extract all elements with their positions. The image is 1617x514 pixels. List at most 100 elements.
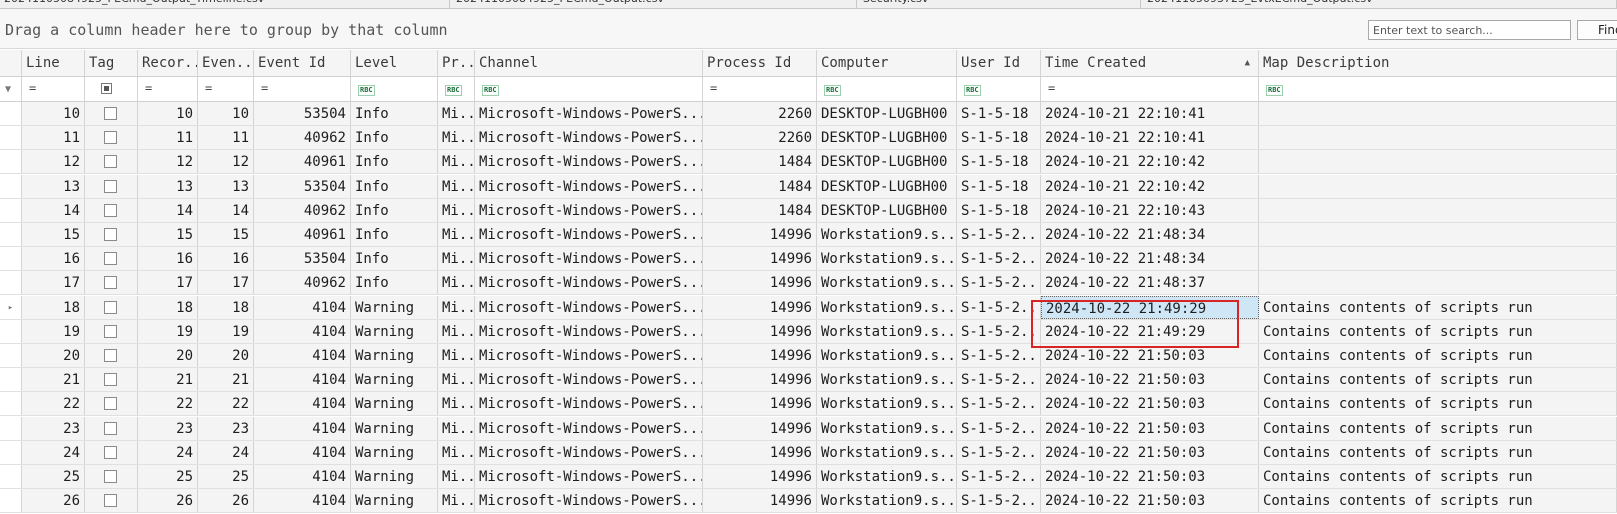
- cell-tag[interactable]: [85, 368, 138, 392]
- cell-user-id[interactable]: S-1-5-2...: [957, 465, 1041, 488]
- cell-provider[interactable]: Mi...: [438, 126, 475, 150]
- cell-tag[interactable]: [85, 489, 138, 513]
- row-selector[interactable]: [0, 247, 22, 271]
- row-selector[interactable]: [0, 150, 22, 174]
- cell-time-created[interactable]: 2024-10-21 22:10:43: [1041, 198, 1259, 222]
- cell-line[interactable]: 13: [22, 174, 85, 198]
- cell-channel[interactable]: Microsoft-Windows-PowerS...: [475, 440, 703, 464]
- cell-channel[interactable]: Microsoft-Windows-PowerS...: [475, 465, 703, 488]
- cell-line[interactable]: 15: [22, 223, 85, 246]
- cell-level[interactable]: Warning: [351, 344, 438, 367]
- cell-level[interactable]: Warning: [351, 440, 438, 464]
- cell-process-id[interactable]: 14996: [703, 247, 817, 271]
- table-row[interactable]: 2424244104WarningMi...Microsoft-Windows-…: [0, 440, 1617, 465]
- cell-channel[interactable]: Microsoft-Windows-PowerS...: [475, 295, 703, 319]
- column-header-tag[interactable]: Tag: [85, 50, 138, 76]
- cell-computer[interactable]: Workstation9.s...: [817, 295, 957, 319]
- tab-security[interactable]: Security.csv: [859, 0, 1141, 8]
- tag-checkbox[interactable]: [104, 494, 117, 508]
- column-header-line[interactable]: Line: [22, 50, 85, 76]
- cell-record[interactable]: 25: [138, 465, 198, 488]
- cell-channel[interactable]: Microsoft-Windows-PowerS...: [475, 126, 703, 150]
- cell-process-id[interactable]: 14996: [703, 440, 817, 464]
- column-header-user-id[interactable]: User Id: [957, 50, 1041, 76]
- table-row[interactable]: 10101053504InfoMi...Microsoft-Windows-Po…: [0, 102, 1617, 126]
- cell-record[interactable]: 17: [138, 271, 198, 295]
- cell-process-id[interactable]: 14996: [703, 223, 817, 246]
- tag-checkbox[interactable]: [104, 107, 117, 120]
- cell-event[interactable]: 23: [198, 416, 254, 440]
- filter-cell-computer[interactable]: RBC: [817, 77, 957, 101]
- cell-line[interactable]: 16: [22, 247, 85, 271]
- tag-checkbox[interactable]: [104, 228, 117, 241]
- cell-channel[interactable]: Microsoft-Windows-PowerS...: [475, 392, 703, 416]
- cell-user-id[interactable]: S-1-5-2...: [957, 295, 1041, 319]
- cell-provider[interactable]: Mi...: [438, 319, 475, 343]
- table-row[interactable]: 13131353504InfoMi...Microsoft-Windows-Po…: [0, 174, 1617, 199]
- cell-event[interactable]: 18: [198, 295, 254, 319]
- cell-tag[interactable]: [85, 223, 138, 246]
- cell-record[interactable]: 19: [138, 319, 198, 343]
- cell-provider[interactable]: Mi...: [438, 344, 475, 367]
- tag-checkbox[interactable]: [104, 373, 117, 387]
- cell-line[interactable]: 10: [22, 102, 85, 125]
- tag-checkbox[interactable]: [104, 470, 117, 483]
- cell-time-created[interactable]: 2024-10-21 22:10:42: [1041, 150, 1259, 174]
- column-header-level[interactable]: Level: [351, 50, 438, 76]
- cell-map-description[interactable]: Contains contents of scripts run: [1259, 416, 1617, 440]
- cell-channel[interactable]: Microsoft-Windows-PowerS...: [475, 198, 703, 222]
- cell-map-description[interactable]: [1259, 174, 1617, 198]
- cell-user-id[interactable]: S-1-5-18: [957, 174, 1041, 198]
- tab-pecmd-output[interactable]: 20241105084925_PECmd_Output.csv: [452, 0, 857, 8]
- cell-user-id[interactable]: S-1-5-2...: [957, 416, 1041, 440]
- table-row[interactable]: 15151540961InfoMi...Microsoft-Windows-Po…: [0, 223, 1617, 247]
- cell-process-id[interactable]: 14996: [703, 295, 817, 319]
- cell-event[interactable]: 25: [198, 465, 254, 488]
- cell-tag[interactable]: [85, 174, 138, 198]
- cell-provider[interactable]: Mi...: [438, 416, 475, 440]
- cell-level[interactable]: Warning: [351, 319, 438, 343]
- cell-process-id[interactable]: 14996: [703, 416, 817, 440]
- cell-provider[interactable]: Mi...: [438, 295, 475, 319]
- cell-provider[interactable]: Mi...: [438, 198, 475, 222]
- cell-process-id[interactable]: 14996: [703, 465, 817, 488]
- table-row[interactable]: 14141440962InfoMi...Microsoft-Windows-Po…: [0, 198, 1617, 223]
- cell-provider[interactable]: Mi...: [438, 271, 475, 295]
- cell-tag[interactable]: [85, 465, 138, 488]
- cell-level[interactable]: Warning: [351, 416, 438, 440]
- cell-tag[interactable]: [85, 392, 138, 416]
- column-header-event-id[interactable]: Event Id: [254, 50, 351, 76]
- cell-map-description[interactable]: [1259, 247, 1617, 271]
- cell-computer[interactable]: Workstation9.s...: [817, 368, 957, 392]
- filter-cell-level[interactable]: RBC: [351, 77, 438, 101]
- cell-computer[interactable]: Workstation9.s...: [817, 344, 957, 367]
- table-row[interactable]: 2525254104WarningMi...Microsoft-Windows-…: [0, 465, 1617, 489]
- cell-event[interactable]: 20: [198, 344, 254, 367]
- cell-user-id[interactable]: S-1-5-2...: [957, 319, 1041, 343]
- filter-cell-process-id[interactable]: =: [703, 77, 817, 101]
- cell-line[interactable]: 14: [22, 198, 85, 222]
- cell-computer[interactable]: DESKTOP-LUGBH00: [817, 126, 957, 150]
- cell-tag[interactable]: [85, 271, 138, 295]
- row-selector[interactable]: [0, 368, 22, 392]
- cell-event-id[interactable]: 4104: [254, 465, 351, 488]
- cell-map-description[interactable]: Contains contents of scripts run: [1259, 295, 1617, 319]
- tag-checkbox[interactable]: [104, 179, 117, 193]
- find-button[interactable]: Find: [1577, 20, 1617, 40]
- row-selector[interactable]: [0, 174, 22, 198]
- table-row[interactable]: ▸1818184104WarningMi...Microsoft-Windows…: [0, 295, 1617, 320]
- cell-channel[interactable]: Microsoft-Windows-PowerS...: [475, 174, 703, 198]
- tag-checkbox[interactable]: [104, 131, 117, 145]
- cell-user-id[interactable]: S-1-5-2...: [957, 247, 1041, 271]
- cell-line[interactable]: 23: [22, 416, 85, 440]
- cell-channel[interactable]: Microsoft-Windows-PowerS...: [475, 489, 703, 513]
- table-row[interactable]: 2020204104WarningMi...Microsoft-Windows-…: [0, 344, 1617, 368]
- cell-process-id[interactable]: 1484: [703, 150, 817, 174]
- cell-level[interactable]: Warning: [351, 295, 438, 319]
- cell-provider[interactable]: Mi...: [438, 174, 475, 198]
- row-selector[interactable]: [0, 198, 22, 222]
- cell-map-description[interactable]: [1259, 198, 1617, 222]
- cell-tag[interactable]: [85, 198, 138, 222]
- cell-event-id[interactable]: 40962: [254, 126, 351, 150]
- cell-time-created[interactable]: 2024-10-22 21:49:29: [1041, 295, 1259, 319]
